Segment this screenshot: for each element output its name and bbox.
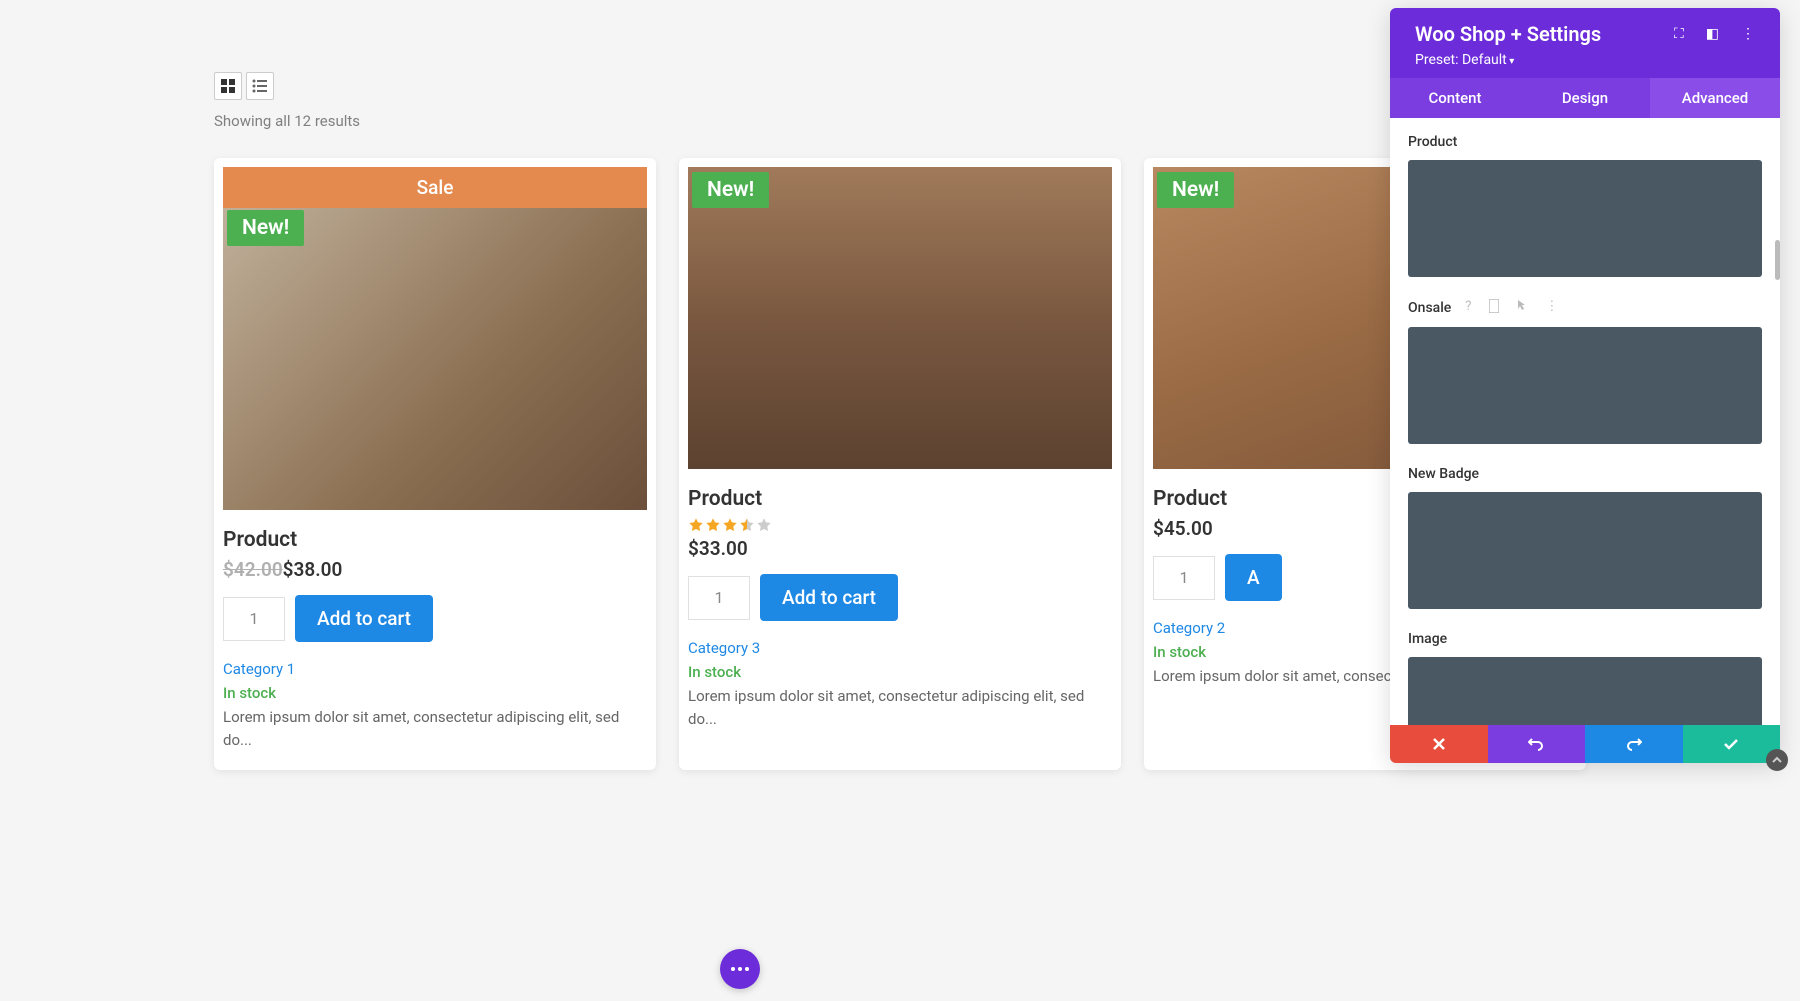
help-icon[interactable]: ? (1465, 299, 1471, 317)
product-card: New! Product $33.00 (679, 158, 1121, 770)
product-description: Lorem ipsum dolor sit amet, consectetur … (223, 706, 647, 751)
star-icon (722, 517, 738, 533)
star-empty-icon (756, 517, 772, 533)
category-link[interactable]: Category 1 (223, 660, 647, 678)
product-card: Sale New! Product $42.00$38.00 Add to ca… (214, 158, 656, 770)
chevron-up-icon (1772, 755, 1782, 765)
product-price: $33.00 (688, 537, 1112, 560)
add-to-cart-button[interactable]: Add to cart (295, 595, 433, 642)
panel-title: Woo Shop + Settings (1415, 22, 1601, 46)
star-rating (688, 517, 1112, 533)
price: $33.00 (688, 537, 748, 560)
preset-selector[interactable]: Preset: Default (1415, 52, 1755, 68)
product-title[interactable]: Product (223, 528, 647, 552)
more-options-fab[interactable] (720, 949, 760, 989)
close-icon (1433, 738, 1445, 750)
setting-label-product: Product (1408, 134, 1457, 150)
redo-button[interactable] (1585, 725, 1683, 763)
product-price: $42.00$38.00 (223, 558, 647, 581)
product-description: Lorem ipsum dolor sit amet, consectetur … (688, 685, 1112, 730)
price: $45.00 (1153, 517, 1213, 540)
redo-icon (1626, 737, 1642, 751)
device-icon[interactable] (1489, 299, 1499, 317)
dots-icon (731, 967, 749, 971)
undo-button[interactable] (1488, 725, 1586, 763)
tab-content[interactable]: Content (1390, 78, 1520, 118)
star-half-icon (739, 517, 755, 533)
quantity-input[interactable] (688, 576, 750, 620)
quantity-input[interactable] (223, 597, 285, 641)
product-title[interactable]: Product (688, 487, 1112, 511)
menu-icon[interactable]: ⋮ (1741, 26, 1755, 42)
product-image[interactable] (688, 167, 1112, 469)
results-count: Showing all 12 results (214, 112, 1586, 130)
options-icon[interactable]: ⋮ (1545, 299, 1558, 317)
check-icon (1724, 739, 1738, 750)
setting-box-product[interactable] (1408, 160, 1762, 277)
add-to-cart-button[interactable]: A (1225, 554, 1282, 601)
pointer-icon[interactable] (1517, 299, 1527, 317)
add-to-cart-button[interactable]: Add to cart (760, 574, 898, 621)
scrollbar[interactable] (1775, 240, 1780, 280)
old-price: $42.00 (223, 558, 283, 581)
star-icon (688, 517, 704, 533)
setting-label-new-badge: New Badge (1408, 466, 1479, 482)
new-badge: New! (227, 210, 304, 246)
stock-status: In stock (688, 663, 1112, 681)
setting-label-onsale: Onsale (1408, 300, 1451, 316)
setting-box-image[interactable] (1408, 657, 1762, 725)
undo-icon (1528, 737, 1544, 751)
close-button[interactable] (1390, 725, 1488, 763)
grid-view-button[interactable] (214, 72, 242, 100)
tab-advanced[interactable]: Advanced (1650, 78, 1780, 118)
grid-icon (220, 78, 236, 94)
new-price: $38.00 (283, 558, 343, 581)
settings-panel: Woo Shop + Settings ⛶ ◧ ⋮ Preset: Defaul… (1390, 8, 1780, 763)
new-badge: New! (1157, 172, 1234, 208)
list-icon (252, 78, 268, 94)
setting-box-new-badge[interactable] (1408, 492, 1762, 609)
setting-box-onsale[interactable] (1408, 327, 1762, 444)
product-image[interactable] (223, 208, 647, 510)
dock-icon[interactable]: ◧ (1706, 26, 1719, 42)
list-view-button[interactable] (246, 72, 274, 100)
tab-design[interactable]: Design (1520, 78, 1650, 118)
fullscreen-icon[interactable]: ⛶ (1674, 26, 1684, 42)
sale-badge: Sale (223, 167, 647, 208)
quantity-input[interactable] (1153, 556, 1215, 600)
category-link[interactable]: Category 3 (688, 639, 1112, 657)
new-badge: New! (692, 172, 769, 208)
star-icon (705, 517, 721, 533)
setting-label-image: Image (1408, 631, 1447, 647)
stock-status: In stock (223, 684, 647, 702)
scroll-top-button[interactable] (1766, 749, 1788, 771)
